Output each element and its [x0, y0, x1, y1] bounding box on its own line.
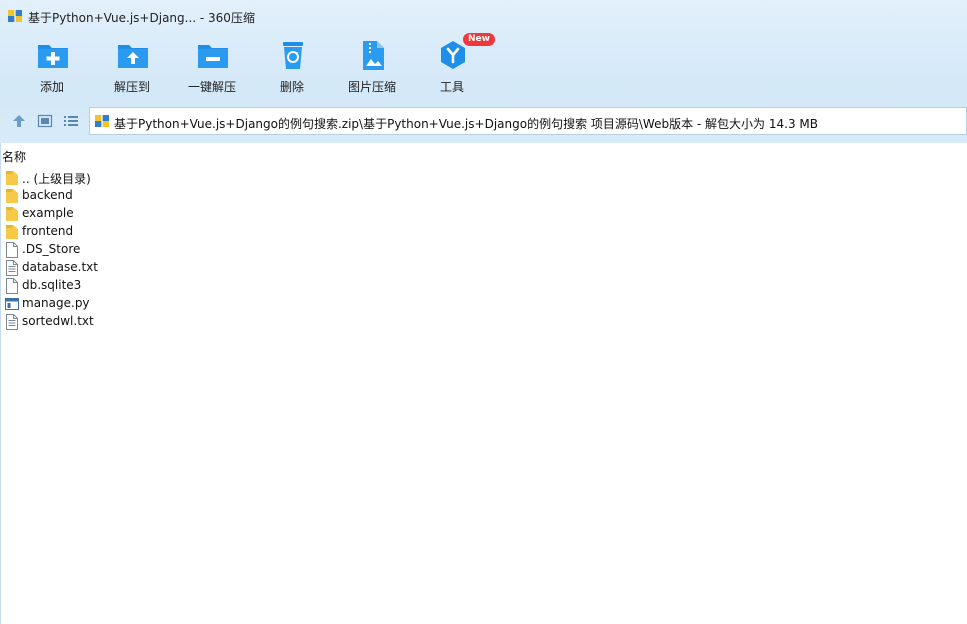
delete-label: 删除: [279, 80, 304, 94]
zip-archive-icon: [95, 115, 109, 127]
window-title: 基于Python+Vue.js+Djang... - 360压缩: [28, 11, 255, 25]
folder-icon: [6, 171, 18, 185]
file-list: .. (上级目录) backend example frontend .DS_S…: [4, 169, 304, 331]
list-item[interactable]: sortedwl.txt: [4, 313, 304, 331]
up-arrow-icon[interactable]: [11, 113, 27, 129]
folder-icon: [6, 207, 18, 221]
window-chrome: 基于Python+Vue.js+Djang... - 360压缩 添加 解压到: [0, 0, 967, 150]
file-name: .DS_Store: [22, 242, 81, 256]
file-name: .. (上级目录): [22, 172, 91, 186]
extract-to-label: 解压到: [113, 80, 150, 94]
text-file-icon: [6, 260, 18, 276]
list-item[interactable]: db.sqlite3: [4, 277, 304, 295]
list-item[interactable]: .. (上级目录): [4, 169, 304, 187]
list-item[interactable]: .DS_Store: [4, 241, 304, 259]
file-name: example: [22, 206, 74, 220]
blank-file-icon: [6, 278, 18, 294]
new-badge: New: [463, 33, 495, 46]
one-click-extract-button[interactable]: 一键解压: [172, 36, 252, 98]
title-bar: 基于Python+Vue.js+Djang... - 360压缩: [0, 0, 967, 32]
toolbar: 添加 解压到 一键解压 删除 图片压缩 New 工具: [0, 33, 967, 100]
image-compress-icon: [363, 41, 384, 70]
delete-button[interactable]: 删除: [252, 36, 332, 98]
address-bar[interactable]: 基于Python+Vue.js+Django的例句搜索.zip\基于Python…: [89, 107, 967, 135]
extract-to-icon: [118, 45, 148, 68]
recycle-bin-icon: [283, 42, 303, 69]
list-view-icon[interactable]: [63, 113, 79, 129]
list-item[interactable]: database.txt: [4, 259, 304, 277]
address-row: 基于Python+Vue.js+Django的例句搜索.zip\基于Python…: [0, 106, 967, 136]
text-file-icon: [6, 314, 18, 330]
tools-button[interactable]: New 工具: [412, 33, 495, 98]
file-name: manage.py: [22, 296, 90, 310]
list-item[interactable]: frontend: [4, 223, 304, 241]
file-name: database.txt: [22, 260, 98, 274]
one-click-extract-icon: [198, 45, 228, 68]
archive-app-icon: [8, 10, 22, 22]
file-name: sortedwl.txt: [22, 314, 94, 328]
thumbnail-view-icon[interactable]: [37, 113, 53, 129]
image-compress-button[interactable]: 图片压缩: [332, 36, 412, 98]
add-button[interactable]: 添加: [12, 36, 92, 98]
add-label: 添加: [39, 80, 64, 94]
blank-file-icon: [6, 242, 18, 258]
one-click-extract-label: 一键解压: [187, 80, 236, 94]
address-path: 基于Python+Vue.js+Django的例句搜索.zip\基于Python…: [114, 117, 818, 131]
file-name: db.sqlite3: [22, 278, 82, 292]
list-item[interactable]: backend: [4, 187, 304, 205]
folder-icon: [6, 189, 18, 203]
tools-label: 工具: [439, 80, 464, 94]
file-name: frontend: [22, 224, 74, 238]
list-item[interactable]: example: [4, 205, 304, 223]
extract-to-button[interactable]: 解压到: [92, 36, 172, 98]
image-compress-label: 图片压缩: [347, 80, 396, 94]
column-header-name[interactable]: 名称: [2, 148, 26, 165]
file-name: backend: [22, 188, 73, 202]
python-file-icon: [5, 298, 19, 310]
file-list-pane: 名称 .. (上级目录) backend example frontend .D…: [0, 143, 967, 624]
add-folder-icon: [38, 45, 68, 68]
list-item[interactable]: manage.py: [4, 295, 304, 313]
folder-icon: [6, 225, 18, 239]
